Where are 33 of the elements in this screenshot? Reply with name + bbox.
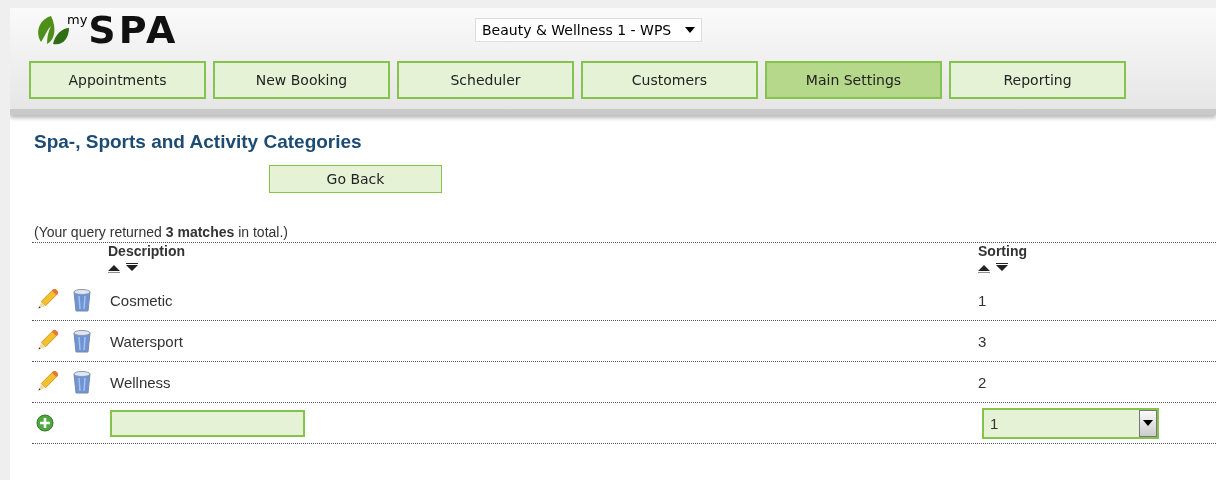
caret-icon <box>1143 420 1153 426</box>
nav-tab[interactable]: Scheduler <box>397 61 574 99</box>
pencil-icon <box>36 371 58 393</box>
nav-tab[interactable]: Reporting <box>949 61 1126 99</box>
page-title: Spa-, Sports and Activity Categories <box>34 131 363 153</box>
table-cell-text: 1 <box>978 291 988 309</box>
table-cell-text: 3 <box>978 332 988 350</box>
logo-text: my <box>67 12 88 27</box>
column-header: Sorting <box>978 243 1028 259</box>
pencil-icon <box>36 289 58 311</box>
nav-tab[interactable]: New Booking <box>213 61 390 99</box>
table-cell-text: Wellness <box>109 373 172 391</box>
sort-arrows-icon <box>108 263 140 273</box>
nav-tab[interactable]: Appointments <box>29 61 206 99</box>
logo-text: SPA <box>88 12 179 48</box>
trash-icon <box>72 370 92 394</box>
table-cell-text: 2 <box>978 373 988 391</box>
caret-icon <box>685 27 696 33</box>
trash-icon <box>72 329 92 353</box>
add-icon <box>36 414 54 432</box>
column-header: Description <box>108 243 186 259</box>
go-back-button[interactable]: Go Back <box>269 165 442 193</box>
location-dropdown[interactable]: Beauty & Wellness 1 - WPS <box>475 18 703 42</box>
nav-tab[interactable]: Main Settings <box>765 61 942 99</box>
sorting-dropdown[interactable]: 1 <box>982 407 1159 439</box>
table-cell-text: Cosmetic <box>109 291 174 309</box>
trash-icon <box>72 288 92 312</box>
table-cell-text: Watersport <box>109 332 184 350</box>
pencil-icon <box>36 330 58 352</box>
nav-tab[interactable]: Customers <box>581 61 758 99</box>
sort-arrows-icon <box>978 263 1010 273</box>
description-input-field[interactable] <box>110 409 305 437</box>
result-summary: (Your query returned 3 matches in total.) <box>34 224 289 240</box>
